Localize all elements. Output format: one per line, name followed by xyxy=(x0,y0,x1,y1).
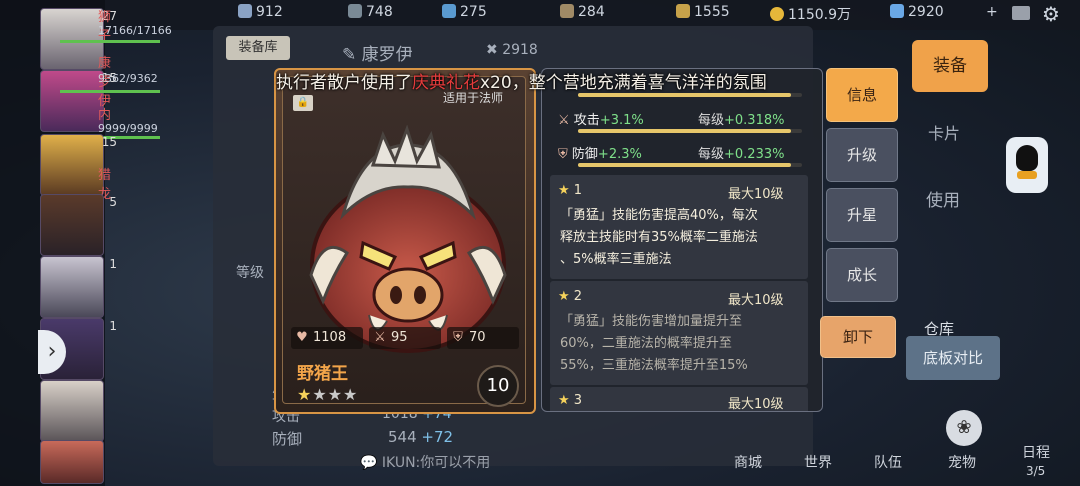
chat-preview[interactable]: 💬 IKUN:你可以不用 xyxy=(360,452,490,472)
card-stat-defense: ⛨ 70 xyxy=(447,327,519,349)
qq-penguin-icon[interactable] xyxy=(1006,137,1048,193)
hero-avatar[interactable]: 1 xyxy=(40,256,117,318)
star-icon: ★ xyxy=(558,393,574,408)
hero-avatar[interactable]: 5 xyxy=(40,194,117,256)
lock-icon[interactable]: 🔒 xyxy=(293,95,313,111)
hero-hp: 9999/9999 xyxy=(98,122,158,135)
star-icon: ★ xyxy=(343,385,359,404)
gem-icon xyxy=(238,4,252,18)
unequip-button[interactable]: 卸下 xyxy=(820,316,896,358)
resource-counter[interactable]: 1555 xyxy=(676,4,730,20)
ore-icon xyxy=(348,4,362,18)
diamond-icon xyxy=(890,4,904,18)
level-badge: 10 xyxy=(477,365,519,407)
nav-world[interactable]: 世界 xyxy=(804,452,832,472)
hero-hp: 17166/17166 xyxy=(98,24,172,37)
hero-avatar[interactable]: 15 xyxy=(40,134,117,196)
equipment-card: 🔒 适用于法师 ♥ 1108 ⚔ 95 ⛨ 70 野猪王 ★★★★ 10 xyxy=(274,68,536,414)
resource-counter[interactable]: 284 xyxy=(560,4,605,20)
resource-counter[interactable]: 912 xyxy=(238,4,283,20)
hero-name: 内 xyxy=(98,108,112,123)
card-label: 卡片 xyxy=(928,124,961,143)
skill-description: 「勇猛」技能伤害提高40%，每次 释放主技能时有35%概率二重施法 、5%概率三… xyxy=(560,208,758,267)
resource-counter[interactable]: 275 xyxy=(442,4,487,20)
schedule-count: 3/5 xyxy=(1026,464,1046,478)
boar-king-portrait xyxy=(309,125,507,353)
add-currency-button[interactable]: + xyxy=(986,4,998,20)
star-rating: ★★★★ xyxy=(297,385,358,404)
skill-max-level: 最大10级 xyxy=(728,293,784,308)
star-icon: ★ xyxy=(312,385,328,404)
hero-avatar[interactable]: 27 xyxy=(40,8,117,70)
upgrade-button[interactable]: 升级 xyxy=(826,128,898,182)
shield-icon: ⛨ xyxy=(558,147,568,162)
hero-name: ✎ 康罗伊 xyxy=(342,45,413,65)
crystal-icon xyxy=(442,4,456,18)
hero-avatar[interactable] xyxy=(40,380,104,442)
card-stat-hp: ♥ 1108 xyxy=(291,327,363,349)
use-label: 使用 xyxy=(926,191,960,211)
hero-roster: 27 狮子 17166/17166 15 康罗伊 9362/9362 内 999… xyxy=(0,0,172,486)
card-frame: 🔒 适用于法师 ♥ 1108 ⚔ 95 ⛨ 70 野猪王 ★★★★ 10 xyxy=(282,76,526,407)
power-value: ✖ 2918 xyxy=(486,42,538,58)
hp-bar xyxy=(60,90,160,93)
hp-bar xyxy=(60,40,160,43)
heart-icon: ♥ xyxy=(296,330,308,345)
sword-icon: ⚔ xyxy=(558,113,570,128)
resource-counter[interactable]: 748 xyxy=(348,4,393,20)
equip-button[interactable]: 装备 xyxy=(912,40,988,92)
nav-schedule[interactable]: 日程 xyxy=(1022,442,1050,462)
grow-button[interactable]: 成长 xyxy=(826,248,898,302)
card-stat-attack: ⚔ 95 xyxy=(369,327,441,349)
skill-rank: ★ 3 xyxy=(558,393,583,408)
detail-panel: ⚔ 攻击+3.1% 每级+0.318% ⛨ 防御+2.3% 每级+0.233% … xyxy=(541,68,823,412)
defense-label: 防御 xyxy=(272,430,303,448)
star-icon: ★ xyxy=(558,289,574,304)
skill-rank: ★ 1 xyxy=(558,183,583,198)
broadcast-marquee: 执行者散户使用了庆典礼花x20，整个营地充满着喜气洋洋的氛围 xyxy=(276,73,767,93)
star-up-button[interactable]: 升星 xyxy=(826,188,898,242)
hero-hp: 9362/9362 xyxy=(98,72,158,85)
equipment-name: 野猪王 xyxy=(297,364,348,384)
diamond-counter[interactable]: 2920 xyxy=(890,4,944,20)
crossed-swords-icon: ✖ xyxy=(486,42,503,58)
level-label: 等级 xyxy=(236,265,264,281)
gold-counter[interactable]: 1150.9万 xyxy=(770,4,851,24)
sword-icon: ⚔ xyxy=(374,330,386,345)
mail-icon[interactable] xyxy=(1012,6,1030,20)
bag-icon xyxy=(676,4,690,18)
skill-rank: ★ 2 xyxy=(558,289,583,304)
attribute-defense: ⛨ 防御+2.3% 每级+0.233% xyxy=(558,147,785,162)
nav-team[interactable]: 队伍 xyxy=(874,452,902,472)
star-icon: ★ xyxy=(558,183,574,198)
skill-description: 「勇猛」技能伤害增加量提升至 60%，二重施法的概率提升至 55%，三重施法概率… xyxy=(560,314,748,373)
progress-bar xyxy=(578,93,802,97)
star-icon: ★ xyxy=(297,385,313,404)
hero-avatar[interactable] xyxy=(40,440,104,484)
paw-icon[interactable]: ❀ xyxy=(946,410,982,446)
wood-icon xyxy=(560,4,574,18)
progress-bar xyxy=(578,163,802,167)
hero-avatar[interactable]: 15 xyxy=(40,70,117,132)
tab-equipment-library[interactable]: 装备库 xyxy=(226,36,290,60)
gear-icon[interactable]: ⚙ xyxy=(1042,2,1060,26)
shield-icon: ⛨ xyxy=(453,330,463,345)
pencil-icon: ✎ xyxy=(342,45,362,65)
chat-bubble-icon: 💬 xyxy=(360,455,382,471)
attribute-attack: ⚔ 攻击+3.1% 每级+0.318% xyxy=(558,113,785,128)
skill-max-level: 最大10级 xyxy=(728,187,784,202)
defense-value: 544 +72 xyxy=(388,428,454,446)
star-icon: ★ xyxy=(327,385,344,404)
nav-shop[interactable]: 商城 xyxy=(734,452,762,472)
coin-icon xyxy=(770,7,784,21)
nav-pet[interactable]: 宠物 xyxy=(948,452,976,472)
skill-max-level: 最大10级 xyxy=(728,397,784,412)
compare-button[interactable]: 底板对比 xyxy=(906,336,1000,380)
info-button[interactable]: 信息 xyxy=(826,68,898,122)
progress-bar xyxy=(578,129,802,133)
